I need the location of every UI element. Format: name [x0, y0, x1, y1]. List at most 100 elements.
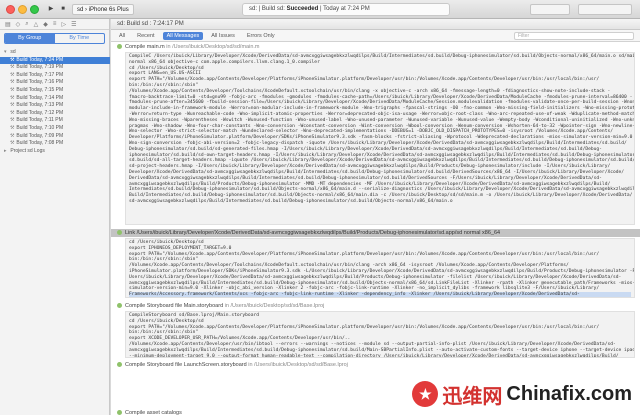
- segment-by-group[interactable]: By Group: [5, 34, 55, 43]
- log-entry-title: Compile Storyboard file Main.storyboard: [125, 303, 224, 309]
- build-icon: ⚒: [10, 117, 15, 124]
- log-entry-transcript[interactable]: CompileStoryboard sd/Base.lproj/Main.sto…: [125, 311, 635, 358]
- transcript-line: /Volumes/Xcode.app/Contents/Developer/us…: [129, 341, 616, 347]
- nav-row-label: Build Today, 7:09 PM: [16, 132, 64, 139]
- nav-row[interactable]: ⚒ Build Today, 7:10 PM: [0, 125, 110, 133]
- log-entry-header[interactable]: Compile asset catalogs: [111, 409, 640, 415]
- transcript-line: iPhoneSimulator.platform/Developer/SDKs/…: [129, 268, 635, 274]
- log-entry-header[interactable]: Compile Storyboard file LaunchScreen.sto…: [111, 361, 640, 369]
- success-icon: [117, 44, 122, 50]
- transcript-line: DerivedData/sd-avmcxggiwsagebkxzlwqdilps…: [129, 175, 602, 181]
- log-entries: Compile main.m in /Users/ibuick/Desktop/…: [111, 42, 640, 415]
- scheme-name: sd: [77, 7, 84, 13]
- breakpoint-icon[interactable]: ▷: [61, 21, 66, 28]
- nav-row[interactable]: ▾ sd: [0, 49, 110, 57]
- nav-row-label: Build Today, 7:16 PM: [16, 79, 64, 86]
- log-entry-header[interactable]: Link /Users/ibuick/Library/Developer/Xco…: [111, 229, 640, 237]
- report-navigator: ▤ ◇ ⌕ △ ◆ ≡ ▷ ☰ By Group By Time ▾ sd ⚒ B…: [0, 19, 110, 415]
- nav-row[interactable]: ⚒ Build Today, 7:15 PM: [0, 87, 110, 95]
- filter-search-input[interactable]: Filter: [514, 31, 634, 40]
- log-entry-transcript[interactable]: CompileC /Users/ibuick/Library/Developer…: [125, 52, 635, 225]
- success-icon: [117, 230, 122, 236]
- nav-row[interactable]: ⚒ Build Today, 7:09 PM: [0, 133, 110, 141]
- run-button[interactable]: ▶: [46, 4, 56, 15]
- scheme-selector[interactable]: sd › iPhone 6s Plus: [72, 4, 134, 15]
- log-entry-header[interactable]: Compile Storyboard file Main.storyboard …: [111, 302, 640, 310]
- debug-icon[interactable]: ≡: [53, 21, 57, 27]
- nav-row-label: Build Today, 7:19 PM: [16, 64, 64, 71]
- play-icon: ▶: [48, 6, 54, 12]
- filter-all[interactable]: All: [115, 32, 129, 40]
- symbol-icon[interactable]: ◇: [16, 21, 21, 28]
- navigator-selector-bar: ▤ ◇ ⌕ △ ◆ ≡ ▷ ☰: [0, 19, 109, 30]
- log-entry-title: Compile Storyboard file LaunchScreen.sto…: [125, 362, 247, 368]
- log-filter-bar: All Recent All Messages All Issues Error…: [111, 30, 640, 42]
- transcript-line: CompileC /Users/ibuick/Library/Developer…: [129, 54, 635, 59]
- log-entry-transcript[interactable]: cd /Users/ibuick/Desktop/sd export IPHON…: [125, 238, 635, 298]
- search-icon[interactable]: ⌕: [25, 21, 28, 28]
- transcript-line: --minimum-deployment-target 9.0 --output…: [129, 353, 619, 358]
- nav-row[interactable]: ▸ Project sd Logs: [0, 148, 110, 156]
- disclosure-icon: ▾: [4, 49, 7, 55]
- log-entry-title: Link /Users/ibuick/Library/Developer/Xco…: [125, 230, 501, 236]
- transcript-line: Developer/Xcode/DerivedData/sd-avmcxggiw…: [129, 169, 625, 175]
- filter-all-issues[interactable]: All Issues: [207, 32, 239, 40]
- transcript-line: Wno-missing-braces -Wparentheses -Wswitc…: [129, 117, 635, 123]
- status-scheme: sd:: [249, 6, 258, 12]
- transcript-line: /Volumes/Xcode.app/Contents/Developer/To…: [129, 88, 611, 94]
- nav-row-label: sd: [10, 49, 16, 55]
- transcript-line: Users/ibuick/Library/Developer/Xcode/Der…: [129, 274, 622, 280]
- zoom-window-button[interactable]: [30, 5, 39, 14]
- build-icon: ⚒: [10, 86, 15, 93]
- build-icon: ⚒: [10, 124, 15, 131]
- minimize-window-button[interactable]: [18, 5, 27, 14]
- build-icon: ⚒: [10, 64, 15, 71]
- success-icon: [117, 410, 122, 415]
- nav-row[interactable]: ⚒ Build Today, 7:11 PM: [0, 117, 110, 125]
- filter-errors-only[interactable]: Errors Only: [243, 32, 279, 40]
- build-icon: ⚒: [10, 140, 15, 147]
- watermark-en: Chinafix.com: [506, 382, 632, 405]
- nav-row-label: Build Today, 7:08 PM: [16, 140, 64, 147]
- warning-icon[interactable]: △: [34, 21, 39, 28]
- stop-button[interactable]: ■: [58, 4, 68, 15]
- close-window-button[interactable]: [6, 5, 15, 14]
- editor-mode-control[interactable]: [530, 4, 570, 15]
- segment-by-time[interactable]: By Time: [55, 34, 105, 43]
- nav-row-label: Build Today, 7:13 PM: [16, 102, 64, 109]
- nav-row[interactable]: ⚒ Build Today, 7:16 PM: [0, 79, 110, 87]
- log-entry-path: in /Users/ibuick/Desktop/sd/sd/main.m: [166, 44, 260, 50]
- nav-row[interactable]: ⚒ Build Today, 7:12 PM: [0, 110, 110, 118]
- success-icon: [117, 362, 122, 368]
- nav-row[interactable]: ⚒ Build Today, 7:08 PM: [0, 140, 110, 148]
- filter-all-messages[interactable]: All Messages: [162, 31, 204, 40]
- nav-row[interactable]: ⚒ Build Today, 7:14 PM: [0, 95, 110, 103]
- activity-status: sd: | Build sd: Succeeded | Today at 7:2…: [242, 3, 450, 16]
- filter-recent[interactable]: Recent: [133, 32, 158, 40]
- test-icon[interactable]: ◆: [43, 21, 48, 28]
- view-toggle-control[interactable]: [578, 4, 632, 15]
- watermark-logo-glyph: ★: [419, 386, 432, 402]
- status-main: Build sd:: [261, 6, 285, 12]
- log-entry-header[interactable]: Compile main.m in /Users/ibuick/Desktop/…: [111, 43, 640, 51]
- folder-icon[interactable]: ▤: [5, 21, 11, 28]
- nav-row-label: Build Today, 7:14 PM: [16, 94, 64, 101]
- editor-tab[interactable]: sd: Build sd : 7:24:17 PM: [111, 19, 640, 30]
- nav-row[interactable]: ⚒ Build Today, 7:24 PM: [0, 56, 110, 65]
- disclosure-icon: ▸: [4, 147, 7, 154]
- nav-row[interactable]: ⚒ Build Today, 7:13 PM: [0, 102, 110, 110]
- window-titlebar: ▶ ■ sd › iPhone 6s Plus sd: | Build sd: …: [0, 0, 640, 19]
- report-icon[interactable]: ☰: [71, 21, 76, 28]
- transcript-line: sd-avmcxggiwsagebkxzlwqdilps/Build/Inter…: [129, 198, 453, 204]
- transcript-line: export PATH="/Volumes/Xcode.app/Contents…: [129, 77, 600, 83]
- nav-row[interactable]: ⚒ Build Today, 7:19 PM: [0, 64, 110, 72]
- group-mode-segment: By Group By Time: [4, 33, 105, 44]
- build-list: ▾ sd ⚒ Build Today, 7:24 PM ⚒ Build Today,…: [0, 49, 110, 155]
- watermark: ★ 迅维网 Chinafix.com: [412, 381, 632, 408]
- transcript-line: Debug-iphonesimulator/sd.build/sd-genera…: [129, 146, 602, 152]
- nav-row[interactable]: ⚒ Build Today, 7:17 PM: [0, 72, 110, 80]
- nav-row-label: Build Today, 7:11 PM: [16, 117, 63, 124]
- status-time: Today at 7:24 PM: [323, 6, 370, 12]
- log-entry-path: in /Users/ibuick/Desktop/sd/sd/Base.lpro…: [224, 303, 325, 309]
- transcript-line: export PATH="/Volumes/Xcode.app/Contents…: [129, 251, 600, 257]
